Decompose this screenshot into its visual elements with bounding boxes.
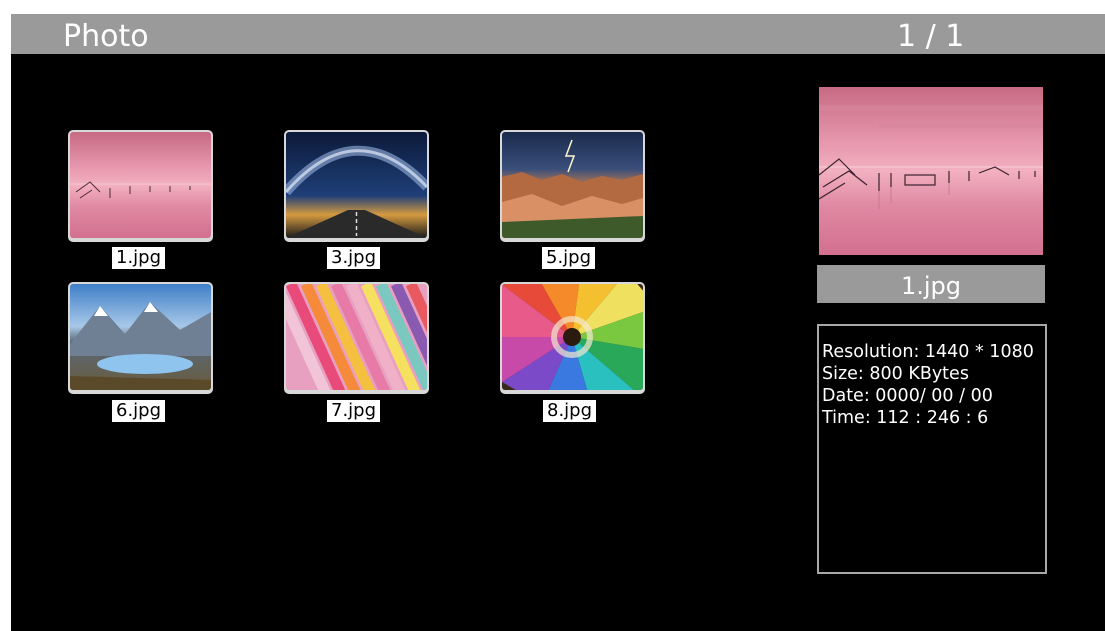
info-resolution: Resolution: 1440 * 1080: [822, 342, 1034, 362]
mountain-lake-image: [70, 284, 211, 390]
info-date: Date: 0000/ 00 / 00: [822, 386, 993, 406]
thumbnail-caption-7: 7.jpg: [327, 400, 381, 422]
thumbnail-6[interactable]: [68, 282, 213, 394]
info-size: Size: 800 KBytes: [822, 364, 969, 384]
page-title: Photo: [63, 19, 149, 54]
thumbnail-7[interactable]: [284, 282, 429, 394]
thumbnail-caption-6: 6.jpg: [112, 400, 166, 422]
pink-sea-sunset-image: [70, 132, 211, 238]
file-info-panel: Resolution: 1440 * 1080 Size: 800 KBytes…: [817, 324, 1047, 574]
preview-image: [819, 87, 1043, 255]
thumbnail-1[interactable]: [68, 130, 213, 242]
colored-pencils-image: [502, 284, 643, 390]
info-time: Time: 112 : 246 : 6: [822, 408, 989, 428]
thumbnail-caption-8: 8.jpg: [543, 400, 597, 422]
header-bar: Photo 1 / 1: [11, 14, 1105, 54]
milky-way-road-image: [286, 132, 427, 238]
canyon-lightning-image: [502, 132, 643, 238]
thumbnail-5[interactable]: [500, 130, 645, 242]
thumbnail-caption-3: 3.jpg: [327, 247, 381, 269]
page-indicator: 1 / 1: [897, 19, 965, 54]
photo-browser-screen: Photo 1 / 1 1.jpg 3.jpg 5.jpg 6.jpg 7.jp…: [11, 14, 1105, 631]
preview-filename: 1.jpg: [817, 265, 1045, 303]
thumbnail-caption-1: 1.jpg: [112, 247, 166, 269]
thumbnail-3[interactable]: [284, 130, 429, 242]
pink-sea-sunset-image: [819, 87, 1043, 255]
thumbnail-8[interactable]: [500, 282, 645, 394]
colored-paper-stripes-image: [286, 284, 427, 390]
thumbnail-caption-5: 5.jpg: [542, 247, 596, 269]
